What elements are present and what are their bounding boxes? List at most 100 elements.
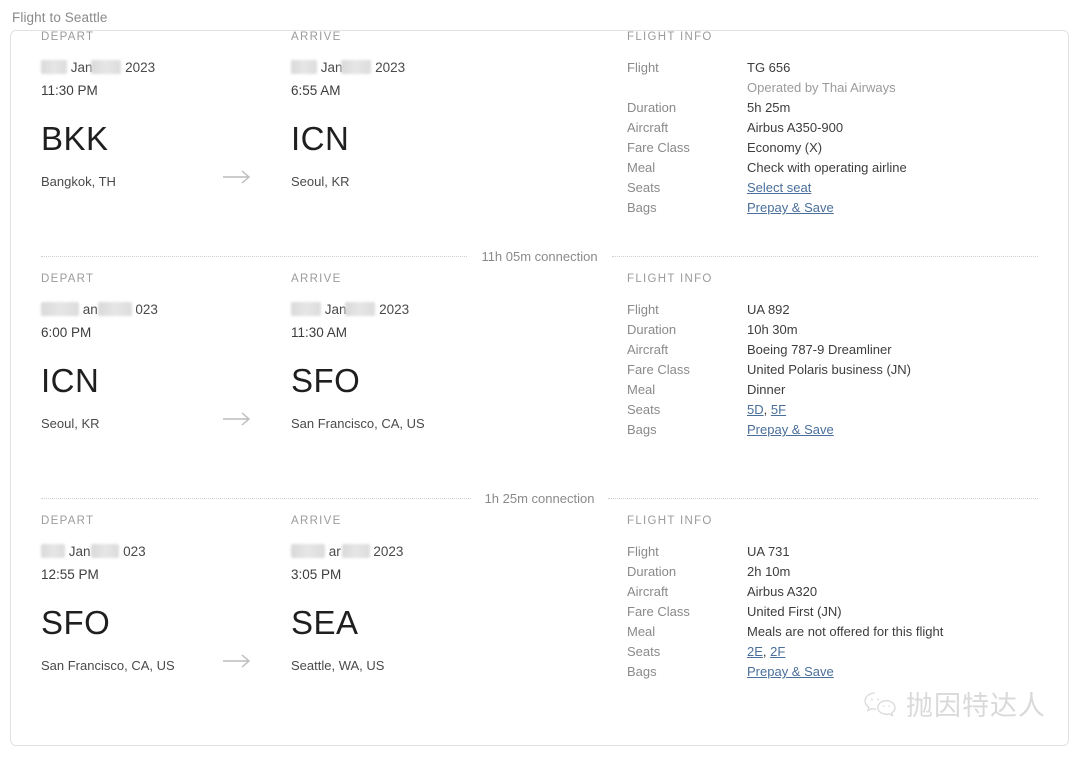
info-value-duration: 5h 25m	[747, 100, 791, 115]
info-label-meal: Meal	[627, 382, 656, 397]
depart-date: an 023	[41, 300, 271, 319]
info-row-bags: Bags Prepay & Save	[627, 420, 1047, 440]
arrive-label: ARRIVE	[291, 273, 342, 285]
arrive-label: ARRIVE	[291, 31, 342, 43]
info-row-bags: Bags Prepay & Save	[627, 198, 1047, 218]
bags-link[interactable]: Prepay & Save	[747, 200, 834, 215]
arrive-column: ARRIVE Jan 2023 6:55 AM ICN Seoul, KR	[291, 31, 581, 190]
info-value-fare-class: United First (JN)	[747, 604, 842, 619]
info-row-seats: Seats Select seat	[627, 178, 1047, 198]
info-label-meal: Meal	[627, 624, 656, 639]
info-row-bags: Bags Prepay & Save	[627, 662, 1047, 682]
depart-time: 12:55 PM	[41, 567, 99, 582]
flight-info-label: FLIGHT INFO	[627, 273, 713, 285]
redaction-block	[91, 60, 122, 75]
info-row-duration: Duration 2h 10m	[627, 562, 1047, 582]
arrive-airport-code: SEA	[291, 604, 359, 641]
depart-date: Jan 2023	[41, 58, 271, 77]
connection-divider: 11h 05m connection	[41, 239, 1038, 273]
info-row-seats: Seats 5D, 5F	[627, 400, 1047, 420]
depart-label: DEPART	[41, 31, 95, 43]
seat-link[interactable]: 5D	[747, 402, 764, 417]
info-label-aircraft: Aircraft	[627, 584, 669, 599]
info-label-aircraft: Aircraft	[627, 120, 669, 135]
info-value-aircraft: Boeing 787-9 Dreamliner	[747, 342, 892, 357]
redaction-block	[341, 60, 372, 75]
info-value-seats: Select seat	[747, 178, 811, 198]
redaction-block	[41, 302, 79, 317]
info-value-duration: 10h 30m	[747, 322, 798, 337]
depart-airport-code: ICN	[41, 362, 100, 399]
flight-segment: DEPART Jan 023 12:55 PM SFO San Francisc…	[11, 515, 1068, 715]
arrive-city: Seoul, KR	[291, 174, 350, 189]
arrive-column: ARRIVE ar 2023 3:05 PM SEA Seattle, WA, …	[291, 515, 581, 674]
info-row-flight: Flight TG 656	[627, 58, 1047, 78]
arrive-city: Seattle, WA, US	[291, 658, 385, 673]
info-value-aircraft: Airbus A320	[747, 584, 818, 599]
arrive-date-month: ar	[328, 544, 341, 559]
divider-line-left	[41, 255, 468, 257]
info-row-flight: Flight UA 892	[627, 300, 1047, 320]
bags-link[interactable]: Prepay & Save	[747, 422, 834, 437]
info-label-seats: Seats	[627, 644, 661, 659]
seat-separator: ,	[762, 644, 767, 659]
redaction-block	[345, 302, 376, 317]
itinerary-card: DEPART Jan 2023 11:30 PM BKK Bangkok, TH	[10, 30, 1069, 746]
info-row-seats: Seats 2E, 2F	[627, 642, 1047, 662]
info-value-flight: UA 892	[747, 302, 790, 317]
bags-link[interactable]: Prepay & Save	[747, 664, 834, 679]
arrive-city: San Francisco, CA, US	[291, 416, 425, 431]
depart-time: 6:00 PM	[41, 325, 92, 340]
arrive-column: ARRIVE Jan 2023 11:30 AM SFO San Francis…	[291, 273, 581, 432]
info-label-duration: Duration	[627, 322, 677, 337]
info-label-fare-class: Fare Class	[627, 140, 690, 155]
arrive-date-year: 2023	[375, 60, 406, 75]
arrive-airport-code: ICN	[291, 120, 350, 157]
depart-date: Jan 023	[41, 542, 271, 561]
redaction-block	[97, 302, 132, 317]
seat-link[interactable]: 5F	[771, 402, 786, 417]
info-value-seats: 5D, 5F	[747, 400, 786, 420]
info-row-duration: Duration 5h 25m	[627, 98, 1047, 118]
arrive-date-year: 2023	[379, 302, 410, 317]
page-title: Flight to Seattle	[12, 10, 108, 25]
depart-date-year: 023	[123, 544, 146, 559]
info-label-duration: Duration	[627, 100, 677, 115]
arrive-time: 3:05 PM	[291, 567, 342, 582]
redaction-block	[291, 302, 321, 317]
itinerary-page: Flight to Seattle DEPART Jan 2023 11:30 …	[0, 0, 1080, 758]
info-value-duration: 2h 10m	[747, 564, 791, 579]
divider-line-left	[41, 497, 471, 499]
arrow-right-icon	[221, 409, 255, 429]
arrow-right-icon	[221, 651, 255, 671]
arrow-right-icon	[221, 167, 255, 187]
seat-link[interactable]: Select seat	[747, 180, 811, 195]
depart-date-year: 023	[135, 302, 158, 317]
arrive-date-month: Jan	[324, 302, 347, 317]
flight-segment: DEPART Jan 2023 11:30 PM BKK Bangkok, TH	[11, 31, 1068, 239]
arrive-date-year: 2023	[373, 544, 404, 559]
info-label-fare-class: Fare Class	[627, 604, 690, 619]
arrive-time: 11:30 AM	[291, 325, 348, 340]
info-label-bags: Bags	[627, 664, 657, 679]
depart-time: 11:30 PM	[41, 83, 98, 98]
info-value-aircraft: Airbus A350-900	[747, 120, 844, 135]
arrive-airport-code: SFO	[291, 362, 361, 399]
seat-link[interactable]: 2F	[770, 644, 785, 659]
arrive-date-month: Jan	[320, 60, 343, 75]
arrive-date: Jan 2023	[291, 300, 581, 319]
redaction-block	[91, 544, 120, 559]
info-label-fare-class: Fare Class	[627, 362, 690, 377]
seat-link[interactable]: 2E	[747, 644, 763, 659]
redaction-block	[291, 544, 325, 559]
divider-line-right	[611, 255, 1038, 257]
info-row-duration: Duration 10h 30m	[627, 320, 1047, 340]
info-label-flight: Flight	[627, 544, 659, 559]
connection-label: 1h 25m connection	[484, 490, 595, 506]
redaction-block	[291, 60, 317, 75]
depart-date-month: Jan	[68, 544, 91, 559]
seat-separator: ,	[763, 402, 768, 417]
flight-info-label: FLIGHT INFO	[627, 31, 713, 43]
connection-divider: 1h 25m connection	[41, 481, 1039, 515]
depart-label: DEPART	[41, 515, 95, 527]
